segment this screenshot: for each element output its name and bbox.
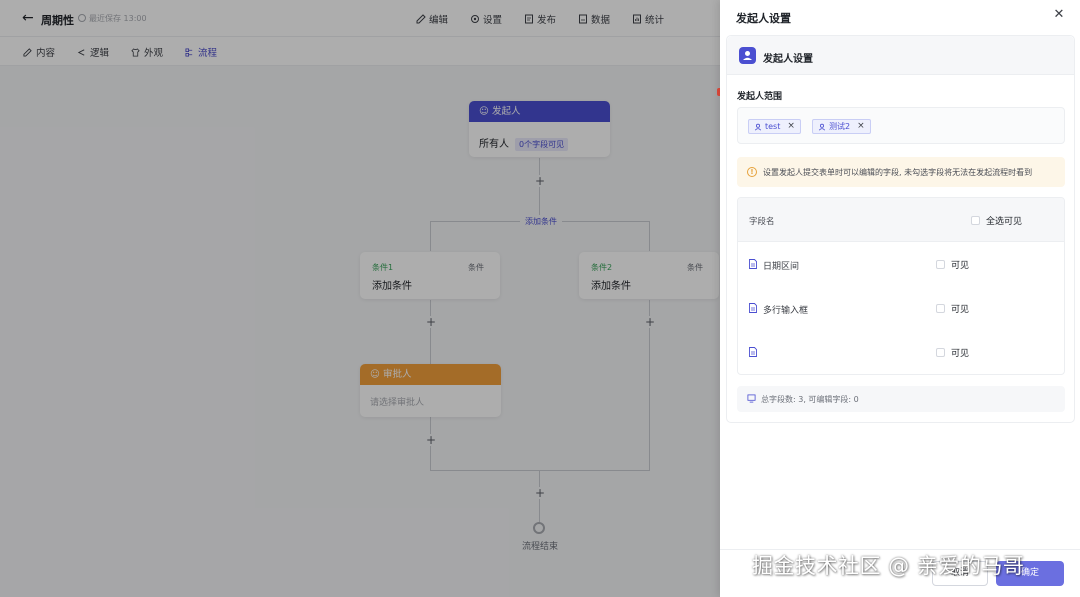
select-all-label: 全选可见 (986, 217, 1023, 227)
initiator-settings-drawer: 发起人设置 ✕ 发起人设置 发起人范围 test × 测试2 × ! 设置发起人… (720, 0, 1080, 597)
user-avatar-icon (739, 47, 756, 64)
summary-text: 总字段数: 3, 可编辑字段: 0 (761, 395, 859, 404)
info-tip: ! 设置发起人提交表单时可以编辑的字段, 未勾选字段将无法在发起流程时看到 (737, 157, 1065, 187)
user-icon (818, 123, 826, 130)
summary-icon (747, 394, 756, 403)
remove-chip-icon[interactable]: × (787, 120, 795, 133)
visible-label: 可见 (951, 305, 970, 315)
column-header-field-name: 字段名 (749, 217, 775, 227)
close-icon[interactable]: ✕ (1052, 8, 1066, 22)
initiator-range-select[interactable]: test × 测试2 × (737, 107, 1065, 144)
remove-chip-icon[interactable]: × (857, 120, 865, 133)
visible-checkbox[interactable] (936, 304, 945, 313)
section-title: 发起人设置 (763, 54, 813, 65)
visible-label: 可见 (951, 261, 970, 271)
select-all-visible[interactable]: 全选可见 (971, 214, 1022, 227)
visible-label: 可见 (951, 349, 970, 359)
field-name: 多行输入框 (763, 306, 809, 316)
chip-label: 测试2 (829, 122, 851, 131)
field-table: 字段名 全选可见 日期区间 可见 多行输入框 可见 可见 (737, 197, 1065, 375)
field-summary: 总字段数: 3, 可编辑字段: 0 (737, 386, 1065, 412)
visible-option[interactable]: 可见 (936, 346, 969, 359)
table-row: 可见 (738, 330, 1064, 374)
document-icon (749, 347, 757, 357)
document-icon (749, 303, 757, 313)
user-chip: test × (748, 119, 801, 134)
drawer-title: 发起人设置 (736, 12, 791, 25)
visible-checkbox[interactable] (936, 260, 945, 269)
chip-label: test (765, 122, 781, 131)
section-header: 发起人设置 (727, 36, 1074, 75)
settings-panel: 发起人设置 发起人范围 test × 测试2 × ! 设置发起人提交表单时可以编… (726, 35, 1075, 423)
user-icon (754, 123, 762, 130)
visible-checkbox[interactable] (936, 348, 945, 357)
select-all-checkbox[interactable] (971, 216, 980, 225)
visible-option[interactable]: 可见 (936, 258, 969, 271)
user-chip: 测试2 × (812, 119, 871, 134)
visible-option[interactable]: 可见 (936, 302, 969, 315)
table-header: 字段名 全选可见 (738, 198, 1064, 242)
initiator-range-label: 发起人范围 (737, 92, 783, 102)
table-row: 多行输入框 可见 (738, 286, 1064, 330)
document-icon (749, 259, 757, 269)
field-name: 日期区间 (763, 262, 800, 272)
tip-text: 设置发起人提交表单时可以编辑的字段, 未勾选字段将无法在发起流程时看到 (763, 168, 1033, 177)
info-icon: ! (747, 167, 757, 177)
modal-overlay[interactable] (0, 0, 720, 597)
watermark: 掘金技术社区 @ 亲爱的马哥 (752, 554, 1025, 578)
table-row: 日期区间 可见 (738, 242, 1064, 286)
